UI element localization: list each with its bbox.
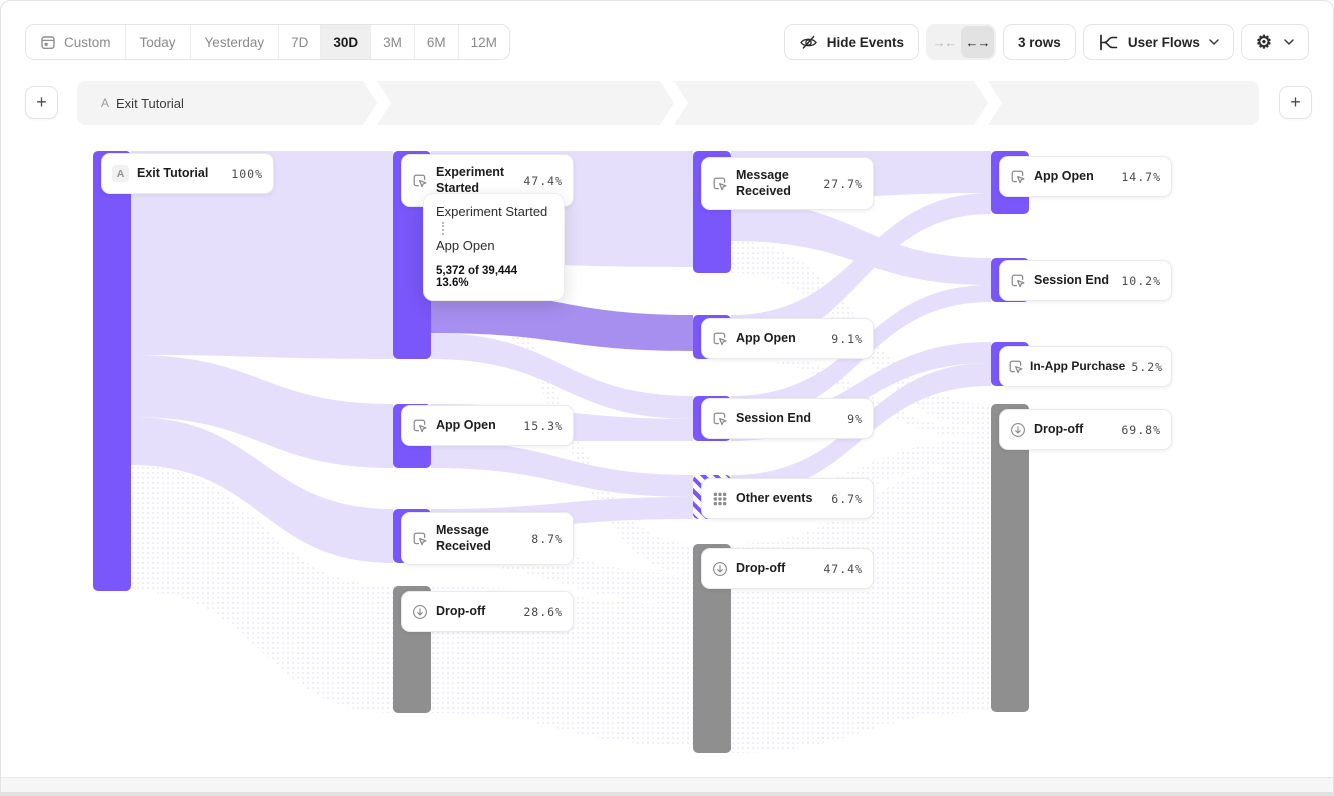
node-card-app-open[interactable]: App Open 14.7% (999, 156, 1172, 197)
node-card-exit-tutorial[interactable]: A Exit Tutorial 100% (101, 153, 274, 194)
step-a-badge: A (112, 165, 129, 182)
tooltip-to-event: App Open (436, 238, 552, 253)
grid-icon (712, 491, 728, 507)
user-flows-app: Custom Today Yesterday 7D 30D 3M 6M 12M … (0, 0, 1334, 796)
node-card-session-end[interactable]: Session End 10.2% (999, 260, 1172, 301)
event-click-icon (412, 173, 428, 189)
tooltip-from-event: Experiment Started (436, 204, 552, 219)
event-click-icon (1008, 359, 1024, 375)
node-card-message-received[interactable]: Message Received 8.7% (401, 512, 574, 565)
node-card-dropoff[interactable]: Drop-off 47.4% (701, 548, 874, 589)
event-click-icon (412, 418, 428, 434)
flow-node-bar-dropoff[interactable] (991, 404, 1029, 712)
dropoff-icon (412, 604, 428, 620)
node-card-in-app-purchase[interactable]: In-App Purchase 5.2% (999, 346, 1172, 387)
bottom-scrollbar-track[interactable] (1, 777, 1333, 795)
node-card-dropoff[interactable]: Drop-off 69.8% (999, 409, 1172, 450)
dropoff-icon (1010, 422, 1026, 438)
node-card-other-events[interactable]: Other events 6.7% (701, 478, 874, 519)
event-click-icon (712, 411, 728, 427)
node-card-session-end[interactable]: Session End 9% (701, 398, 874, 439)
event-click-icon (712, 331, 728, 347)
node-card-app-open[interactable]: App Open 9.1% (701, 318, 874, 359)
tooltip-connector-line (442, 222, 444, 235)
sankey-canvas (1, 1, 1334, 796)
bottom-edge (1, 792, 1333, 795)
dropoff-icon (712, 561, 728, 577)
flow-node-bar-exit-tutorial[interactable] (93, 151, 131, 591)
event-click-icon (412, 531, 428, 547)
node-card-message-received[interactable]: Message Received 27.7% (701, 157, 874, 210)
node-card-dropoff[interactable]: Drop-off 28.6% (401, 591, 574, 632)
event-click-icon (1010, 273, 1026, 289)
node-card-app-open[interactable]: App Open 15.3% (401, 405, 574, 446)
event-click-icon (712, 176, 728, 192)
flow-tooltip: Experiment Started App Open 5,372 of 39,… (423, 193, 565, 301)
event-click-icon (1010, 169, 1026, 185)
tooltip-stat: 5,372 of 39,444 13.6% (436, 265, 552, 289)
